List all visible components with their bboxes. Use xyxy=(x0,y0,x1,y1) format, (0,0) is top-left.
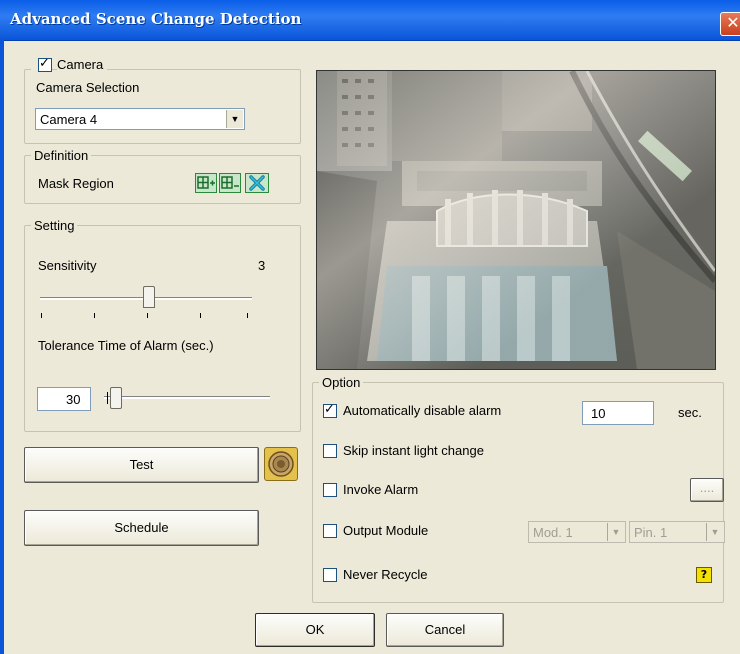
chevron-down-icon[interactable]: ▼ xyxy=(607,523,624,541)
camera-checkbox[interactable] xyxy=(38,56,52,72)
tolerance-label: Tolerance Time of Alarm (sec.) xyxy=(38,338,214,353)
cancel-button-label: Cancel xyxy=(424,622,466,637)
output-module-checkbox[interactable] xyxy=(323,524,337,538)
chevron-down-icon[interactable]: ▼ xyxy=(706,523,723,541)
module-select[interactable]: Mod. 1 ▼ xyxy=(528,521,626,543)
seconds-unit-label: sec. xyxy=(678,405,702,420)
tolerance-input-value: 30 xyxy=(66,392,81,407)
help-button[interactable]: ? xyxy=(696,567,712,583)
tolerance-slider-thumb[interactable] xyxy=(110,387,122,409)
tolerance-tick xyxy=(107,392,108,404)
camera-select-value: Camera 4 xyxy=(40,112,98,127)
ok-button-label: OK xyxy=(305,622,325,637)
skip-light-label: Skip instant light change xyxy=(343,443,484,458)
auto-disable-label: Automatically disable alarm xyxy=(343,403,502,418)
output-module-label: Output Module xyxy=(343,523,429,538)
tolerance-slider-track xyxy=(104,396,270,399)
dialog-window: Advanced Scene Change Detection ✕ Camera… xyxy=(0,0,740,654)
never-recycle-checkbox[interactable] xyxy=(323,568,337,582)
setting-legend: Setting xyxy=(34,218,75,233)
clear-mask-button[interactable] xyxy=(245,173,269,193)
add-region-icon xyxy=(197,176,215,189)
clear-x-icon xyxy=(249,175,265,191)
add-mask-button[interactable] xyxy=(195,173,217,193)
skip-light-checkbox[interactable] xyxy=(323,444,337,458)
tolerance-slider[interactable] xyxy=(104,384,272,414)
sensitivity-tick xyxy=(94,313,95,318)
module-select-value: Mod. 1 xyxy=(533,525,573,540)
sensitivity-slider[interactable] xyxy=(40,284,254,324)
invoke-alarm-label: Invoke Alarm xyxy=(343,482,419,497)
sensitivity-value: 3 xyxy=(258,258,266,273)
camera-feed-image xyxy=(317,71,715,369)
pin-select-value: Pin. 1 xyxy=(634,525,668,540)
definition-legend: Definition xyxy=(34,148,89,163)
mask-region-label: Mask Region xyxy=(38,176,114,191)
remove-mask-button[interactable] xyxy=(219,173,241,193)
sensitivity-slider-thumb[interactable] xyxy=(143,286,155,308)
title-bar[interactable]: Advanced Scene Change Detection ✕ xyxy=(0,0,740,41)
sensitivity-tick xyxy=(200,313,201,318)
test-button[interactable]: Test xyxy=(24,447,259,483)
camera-preview xyxy=(316,70,716,370)
alarm-sound-button[interactable] xyxy=(264,447,298,481)
remove-region-icon xyxy=(221,176,239,189)
browse-alarm-button[interactable]: .... xyxy=(690,478,724,502)
help-icon: ? xyxy=(700,568,708,581)
auto-disable-input-value: 10 xyxy=(591,406,606,421)
speaker-icon xyxy=(268,451,294,477)
pin-select[interactable]: Pin. 1 ▼ xyxy=(629,521,725,543)
window-frame-edge xyxy=(0,40,4,654)
window-title: Advanced Scene Change Detection xyxy=(10,10,302,28)
auto-disable-input[interactable]: 10 xyxy=(582,401,654,425)
auto-disable-checkbox[interactable] xyxy=(323,402,337,418)
sensitivity-tick xyxy=(41,313,42,318)
camera-group xyxy=(24,62,301,144)
close-button[interactable]: ✕ xyxy=(720,12,740,36)
option-legend: Option xyxy=(322,375,361,390)
camera-checkbox-label: Camera xyxy=(57,57,108,72)
cancel-button[interactable]: Cancel xyxy=(386,613,504,647)
invoke-alarm-checkbox[interactable] xyxy=(323,483,337,497)
chevron-down-icon[interactable]: ▼ xyxy=(226,110,243,128)
ok-button[interactable]: OK xyxy=(255,613,375,647)
test-button-label: Test xyxy=(129,457,154,472)
browse-alarm-label: .... xyxy=(699,480,715,495)
schedule-button[interactable]: Schedule xyxy=(24,510,259,546)
schedule-button-label: Schedule xyxy=(114,520,169,535)
sensitivity-tick xyxy=(147,313,148,318)
camera-select[interactable]: Camera 4 ▼ xyxy=(35,108,245,130)
sensitivity-tick xyxy=(247,313,248,318)
sensitivity-label: Sensitivity xyxy=(38,258,97,273)
tolerance-input[interactable]: 30 xyxy=(37,387,91,411)
camera-selection-label: Camera Selection xyxy=(36,80,140,95)
never-recycle-label: Never Recycle xyxy=(343,567,428,582)
